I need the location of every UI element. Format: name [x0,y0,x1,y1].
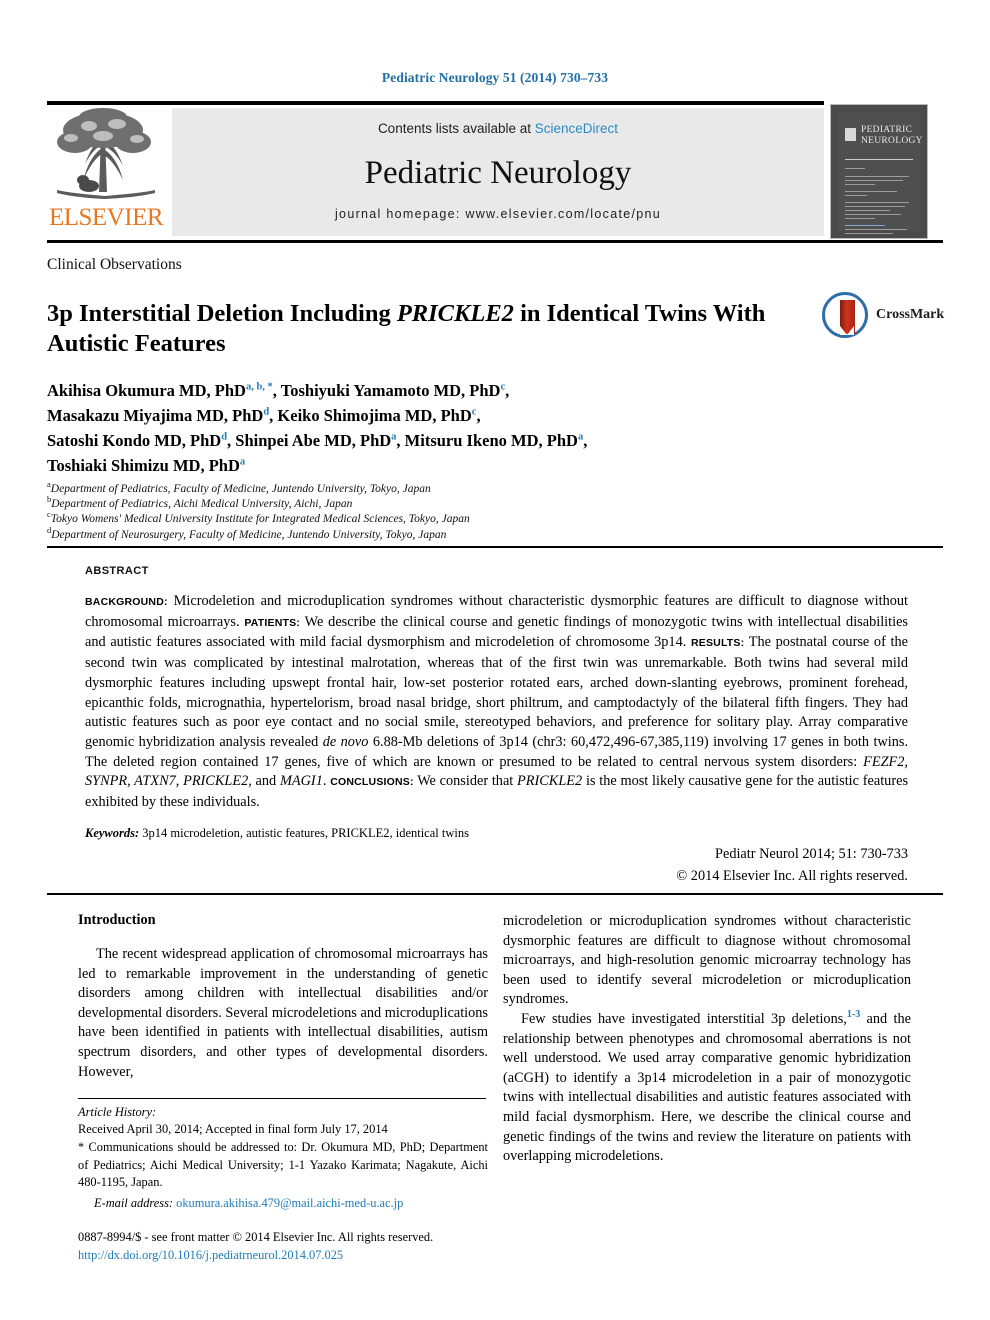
crossmark-badge[interactable]: CrossMark [822,292,945,340]
author-line-4: Toshiaki Shimizu MD, PhDa [47,456,246,475]
contents-prefix: Contents lists available at [377,121,535,136]
masthead-band: Contents lists available at ScienceDirec… [172,108,824,236]
affiliation-list: aDepartment of Pediatrics, Faculty of Me… [47,479,827,543]
introduction-heading: Introduction [78,912,156,928]
doi-link[interactable]: http://dx.doi.org/10.1016/j.pediatrneuro… [78,1247,498,1265]
affiliation-item: dDepartment of Neurosurgery, Faculty of … [47,524,447,541]
elsevier-logo: ELSEVIER [47,108,165,236]
correspondence-note: * Communications should be addressed to:… [78,1140,488,1189]
crossmark-ribbon-icon [840,300,855,335]
masthead-bottom-rule [47,240,943,243]
sciencedirect-link[interactable]: ScienceDirect [535,121,618,136]
body-column-right: microdeletion or microduplication syndro… [503,912,911,1167]
contents-available-line: Contents lists available at ScienceDirec… [172,121,824,136]
journal-homepage[interactable]: journal homepage: www.elsevier.com/locat… [172,207,824,221]
abstract-background-label: BACKGROUND: [85,596,168,608]
abstract-results-label: RESULTS: [690,637,745,650]
running-head: Pediatric Neurology 51 (2014) 730–733 [381,70,609,85]
affiliation-item: cTokyo Womens' Medical University Instit… [47,509,470,526]
elsevier-wordmark: ELSEVIER [48,204,164,231]
email-note: E-mail address: okumura.akihisa.479@mail… [78,1195,488,1212]
email-link[interactable]: okumura.akihisa.479@mail.aichi-med-u.ac.… [173,1196,403,1210]
intro-paragraph-right-1: microdeletion or microduplication syndro… [503,913,911,1008]
keywords-label: Keywords: [85,826,140,840]
title-part-1: 3p Interstitial Deletion Including [47,300,397,328]
abstract-top-rule [47,546,943,548]
crossmark-circle-icon [822,292,868,338]
journal-cover-thumbnail: PEDIATRIC NEUROLOGY [830,104,928,239]
elsevier-tree-icon [57,108,155,199]
page-title: 3p Interstitial Deletion Including PRICK… [47,299,767,359]
abstract-conclusions-label: CONCLUSIONS: [330,776,414,789]
intro-paragraph-right-2: Few studies have investigated interstiti… [503,1009,911,1165]
abstract-text: BACKGROUND: Microdeletion and microdupli… [85,593,909,811]
keywords-values: 3p14 microdeletion, autistic features, P… [139,826,469,840]
affiliation-item: aDepartment of Pediatrics, Faculty of Me… [47,479,431,495]
citation-ref-1-3[interactable]: 1-3 [847,1009,860,1020]
abstract-bottom-rule [47,893,943,895]
abstract-heading: ABSTRACT [85,565,149,577]
cover-journal-name: PEDIATRIC NEUROLOGY [861,125,923,146]
email-label: E-mail address: [94,1196,174,1211]
affiliation-item: bDepartment of Pediatrics, Aichi Medical… [47,494,353,511]
article-section-kicker: Clinical Observations [47,256,182,273]
article-history-label: Article History: [78,1105,157,1119]
author-line-3: Satoshi Kondo MD, PhDd, Shinpei Abe MD, … [47,431,588,450]
abstract-patients-label: PATIENTS: [244,616,301,629]
keywords: Keywords: 3p14 microdeletion, autistic f… [85,826,685,841]
intro-paragraph-left: The recent widespread application of chr… [78,946,488,1080]
body-column-left: Introduction The recent widespread appli… [78,912,488,1082]
paper-page: Pediatric Neurology 51 (2014) 730–733 EL… [0,0,990,1320]
footnote-block: Article History: Received April 30, 2014… [78,1104,488,1212]
issn-front-matter: 0887-8994/$ - see front matter © 2014 El… [78,1230,434,1244]
author-line-1: Akihisa Okumura MD, PhDa, b, *, Toshiyuk… [47,381,510,400]
title-gene-name: PRICKLE2 [396,300,514,328]
crossmark-label: CrossMark [876,307,945,322]
colophon-block: 0887-8994/$ - see front matter © 2014 El… [78,1229,498,1264]
journal-citation: Pediatr Neurol 2014; 51: 730-733 [715,846,908,862]
journal-title: Pediatric Neurology [364,155,632,191]
article-history-dates: Received April 30, 2014; Accepted in fin… [78,1122,388,1137]
masthead-top-rule [47,101,824,105]
copyright-line: © 2014 Elsevier Inc. All rights reserved… [676,868,908,884]
journal-emblem-icon [845,128,856,141]
author-list: Akihisa Okumura MD, PhDa, b, *, Toshiyuk… [47,378,837,478]
abstract-citation-block: Pediatr Neurol 2014; 51: 730-733 © 2014 … [430,843,908,887]
author-line-2: Masakazu Miyajima MD, PhDd, Keiko Shimoj… [47,406,481,425]
footnote-rule [78,1098,486,1100]
